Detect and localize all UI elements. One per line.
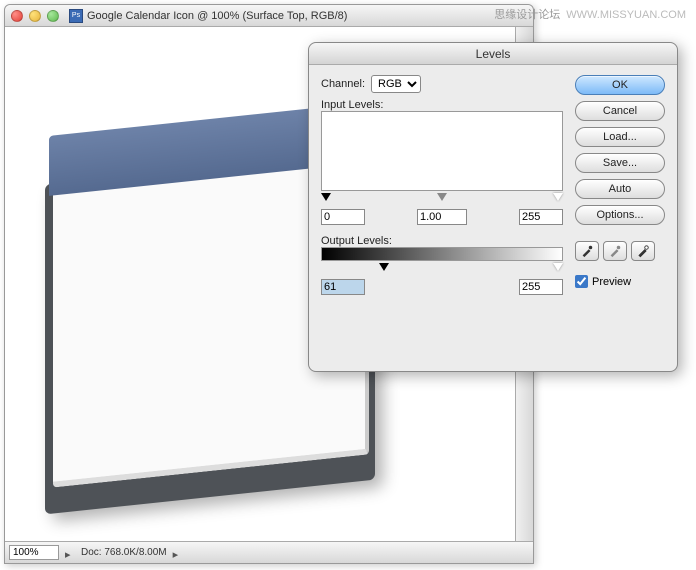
chevron-right-icon[interactable]: ▸	[173, 548, 183, 558]
ok-button[interactable]: OK	[575, 75, 665, 95]
input-slider[interactable]	[321, 195, 563, 205]
black-eyedropper-icon[interactable]	[575, 241, 599, 261]
input-levels-label: Input Levels:	[321, 99, 563, 111]
window-controls	[11, 10, 59, 22]
midpoint-slider[interactable]	[437, 193, 447, 201]
output-white-slider[interactable]	[553, 263, 563, 271]
chevron-right-icon[interactable]: ▸	[65, 548, 75, 558]
save-button[interactable]: Save...	[575, 153, 665, 173]
preview-checkbox[interactable]: Preview	[575, 275, 665, 288]
load-button[interactable]: Load...	[575, 127, 665, 147]
dialog-title[interactable]: Levels	[309, 43, 677, 65]
app-icon	[69, 9, 83, 23]
output-gradient	[321, 247, 563, 261]
input-mid-field[interactable]	[417, 209, 467, 225]
channel-select[interactable]: RGB	[371, 75, 421, 93]
eyedropper-group	[575, 241, 665, 261]
input-white-field[interactable]	[519, 209, 563, 225]
cancel-button[interactable]: Cancel	[575, 101, 665, 121]
zoom-field[interactable]: 100%	[9, 545, 59, 560]
gray-eyedropper-icon[interactable]	[603, 241, 627, 261]
output-black-field[interactable]	[321, 279, 365, 295]
channel-label: Channel:	[321, 78, 365, 90]
zoom-icon[interactable]	[47, 10, 59, 22]
black-point-slider[interactable]	[321, 193, 331, 201]
input-black-field[interactable]	[321, 209, 365, 225]
output-black-slider[interactable]	[379, 263, 389, 271]
white-eyedropper-icon[interactable]	[631, 241, 655, 261]
white-point-slider[interactable]	[553, 193, 563, 201]
output-levels-label: Output Levels:	[321, 235, 563, 247]
preview-label: Preview	[592, 276, 631, 288]
minimize-icon[interactable]	[29, 10, 41, 22]
output-slider[interactable]	[321, 265, 563, 275]
titlebar[interactable]: Google Calendar Icon @ 100% (Surface Top…	[5, 5, 533, 27]
options-button[interactable]: Options...	[575, 205, 665, 225]
close-icon[interactable]	[11, 10, 23, 22]
levels-dialog: Levels Channel: RGB Input Levels: Output…	[308, 42, 678, 372]
output-white-field[interactable]	[519, 279, 563, 295]
window-title: Google Calendar Icon @ 100% (Surface Top…	[87, 10, 347, 22]
doc-info: Doc: 768.0K/8.00M	[81, 547, 167, 558]
auto-button[interactable]: Auto	[575, 179, 665, 199]
statusbar: 100% ▸ Doc: 768.0K/8.00M ▸	[5, 541, 533, 563]
histogram	[321, 111, 563, 191]
watermark: 思缘设计论坛WWW.MISSYUAN.COM	[494, 6, 686, 22]
